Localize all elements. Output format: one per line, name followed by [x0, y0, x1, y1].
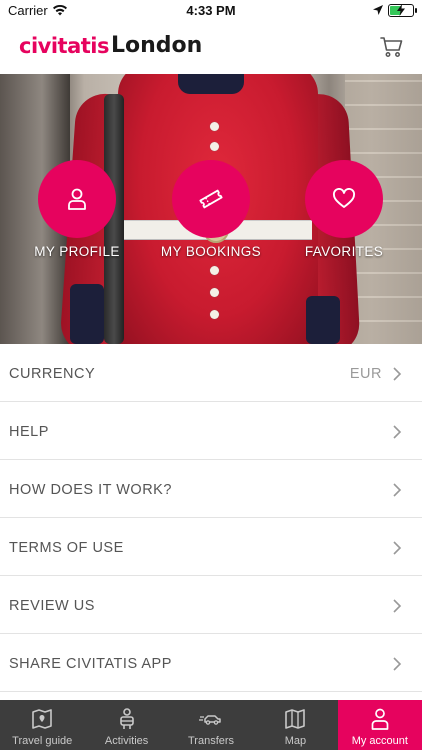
tab-label: Travel guide: [12, 735, 73, 747]
menu-item-share[interactable]: SHARE CIVITATIS APP: [0, 634, 422, 692]
user-icon: [68, 188, 86, 210]
my-bookings-button[interactable]: MY BOOKINGS: [151, 160, 271, 259]
ticket-icon: [199, 189, 223, 209]
map-book-icon: [32, 709, 53, 729]
menu-item-how-it-works[interactable]: HOW DOES IT WORK?: [0, 460, 422, 518]
menu-item-terms[interactable]: TERMS OF USE: [0, 518, 422, 576]
account-menu: CURRENCY EUR HELP HOW DOES IT WORK? TERM…: [0, 344, 422, 692]
tab-map[interactable]: Map: [253, 700, 337, 750]
favorites-label: FAVORITES: [304, 244, 384, 259]
menu-item-label: REVIEW US: [9, 598, 95, 614]
tab-my-account[interactable]: My account: [337, 700, 422, 750]
tunic-button: [210, 142, 219, 151]
charging-bolt-icon: [397, 4, 405, 16]
currency-value: EUR: [349, 366, 382, 382]
guard-collar: [178, 74, 244, 94]
guide-person-icon: [119, 708, 134, 729]
app-header: civitatis London: [0, 22, 422, 74]
menu-item-label: HELP: [9, 424, 49, 440]
tab-label: My account: [351, 735, 408, 747]
tab-label: Map: [284, 735, 307, 747]
tab-travel-guide[interactable]: Travel guide: [0, 700, 84, 750]
favorites-circle[interactable]: [305, 160, 383, 238]
tab-label: Activities: [104, 735, 149, 747]
brand-logo[interactable]: civitatis: [19, 34, 109, 58]
my-bookings-circle[interactable]: [172, 160, 250, 238]
menu-item-review[interactable]: REVIEW US: [0, 576, 422, 634]
menu-item-label: SHARE CIVITATIS APP: [9, 656, 172, 672]
tab-activities[interactable]: Activities: [84, 700, 168, 750]
tunic-button: [210, 122, 219, 131]
chevron-right-icon: [393, 599, 402, 613]
bottom-tab-bar: Travel guide Activities Transfers Map My…: [0, 700, 422, 750]
menu-item-label: TERMS OF USE: [9, 540, 124, 556]
menu-item-currency[interactable]: CURRENCY EUR: [0, 344, 422, 402]
my-profile-button[interactable]: MY PROFILE: [17, 160, 137, 259]
chevron-right-icon: [393, 425, 402, 439]
my-bookings-label: MY BOOKINGS: [160, 244, 262, 259]
tab-transfers[interactable]: Transfers: [169, 700, 253, 750]
guard-cuff-right: [306, 296, 340, 344]
tab-label: Transfers: [187, 735, 235, 747]
status-bar: Carrier 4:33 PM: [0, 0, 422, 22]
location-arrow-icon: [373, 5, 383, 15]
tunic-button: [210, 288, 219, 297]
menu-item-label: CURRENCY: [9, 366, 96, 382]
user-icon: [371, 708, 389, 730]
chevron-right-icon: [393, 657, 402, 671]
tunic-button: [210, 310, 219, 319]
menu-item-label: HOW DOES IT WORK?: [9, 482, 172, 498]
chevron-right-icon: [393, 483, 402, 497]
chevron-right-icon: [393, 367, 402, 381]
tunic-button: [210, 266, 219, 275]
clock: 4:33 PM: [186, 3, 236, 18]
guard-cuff-left: [70, 284, 104, 344]
cart-icon[interactable]: [380, 36, 404, 58]
favorites-button[interactable]: FAVORITES: [284, 160, 404, 259]
my-profile-label: MY PROFILE: [34, 244, 120, 259]
menu-item-help[interactable]: HELP: [0, 402, 422, 460]
car-icon: [199, 715, 221, 725]
battery-icon: [388, 4, 417, 17]
chevron-right-icon: [393, 541, 402, 555]
map-icon: [285, 709, 306, 729]
hero-banner: MY PROFILE MY BOOKINGS FAVORITES: [0, 74, 422, 344]
city-title: London: [111, 33, 203, 58]
my-profile-circle[interactable]: [38, 160, 116, 238]
heart-icon: [333, 188, 355, 208]
